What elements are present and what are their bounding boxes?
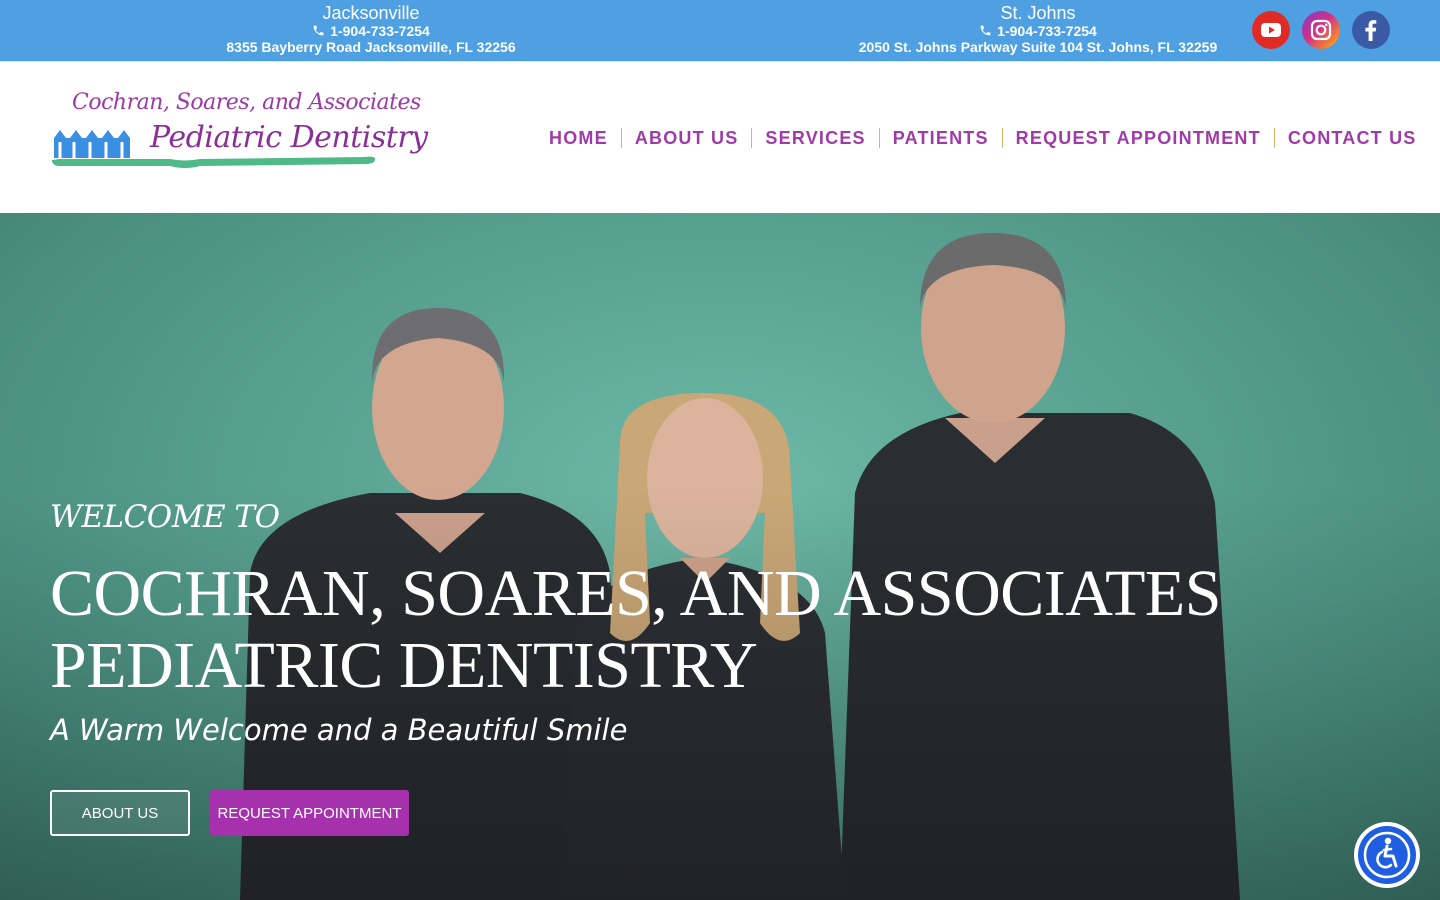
location-phone-link[interactable]: 1-904-733-7254 [838, 23, 1238, 39]
phone-number: 1-904-733-7254 [330, 23, 430, 39]
hero-welcome: WELCOME TO [50, 499, 280, 535]
hero-about-us-button[interactable]: ABOUT US [50, 790, 190, 836]
logo-line-1: Cochran, Soares, and Associates [72, 90, 421, 115]
nav-contact-us[interactable]: CONTACT US [1273, 128, 1430, 148]
nav-patients[interactable]: PATIENTS [878, 128, 1002, 148]
location-city: St. Johns [1000, 3, 1076, 23]
location-jacksonville: Jacksonville 1-904-733-7254 8355 Bayberr… [206, 3, 536, 55]
site-logo[interactable]: Cochran, Soares, and Associates Pediatri… [50, 86, 428, 178]
phone-icon [313, 25, 324, 36]
logo-line-2: Pediatric Dentistry [150, 120, 428, 155]
location-city: Jacksonville [322, 3, 420, 23]
nav-services[interactable]: SERVICES [751, 128, 878, 148]
site-header: Cochran, Soares, and Associates Pediatri… [0, 61, 1440, 213]
youtube-icon[interactable] [1252, 11, 1290, 49]
phone-icon [980, 25, 991, 36]
hero-tagline: A Warm Welcome and a Beautiful Smile [50, 713, 628, 747]
main-navigation: HOME ABOUT US SERVICES PATIENTS REQUEST … [536, 127, 1430, 149]
facebook-icon[interactable] [1352, 11, 1390, 49]
hero-title: COCHRAN, SOARES, AND ASSOCIATES PEDIATRI… [50, 557, 1221, 702]
top-contact-bar: Jacksonville 1-904-733-7254 8355 Bayberr… [0, 0, 1440, 61]
location-address: 8355 Bayberry Road Jacksonville, FL 3225… [226, 39, 516, 55]
hero-section: WELCOME TO COCHRAN, SOARES, AND ASSOCIAT… [0, 213, 1440, 900]
accessibility-icon [1363, 831, 1411, 879]
phone-number: 1-904-733-7254 [997, 23, 1097, 39]
nav-request-appointment[interactable]: REQUEST APPOINTMENT [1001, 128, 1274, 148]
nav-about-us[interactable]: ABOUT US [620, 128, 752, 148]
accessibility-widget-button[interactable] [1354, 822, 1420, 888]
hero-request-appointment-button[interactable]: REQUEST APPOINTMENT [210, 790, 409, 836]
location-st-johns: St. Johns 1-904-733-7254 2050 St. Johns … [838, 3, 1238, 55]
location-address: 2050 St. Johns Parkway Suite 104 St. Joh… [858, 39, 1218, 55]
nav-home[interactable]: HOME [536, 128, 621, 148]
instagram-icon[interactable] [1302, 11, 1340, 49]
location-phone-link[interactable]: 1-904-733-7254 [206, 23, 536, 39]
